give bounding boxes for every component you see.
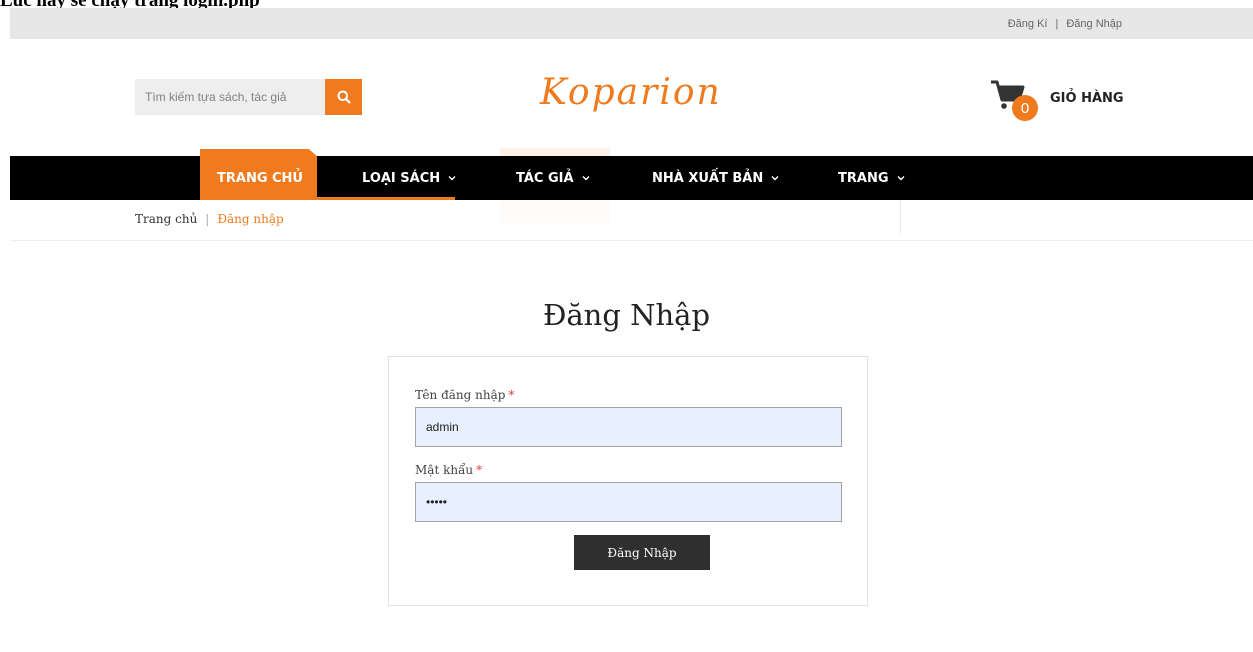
nav-item-label: NHÀ XUẤT BẢN — [652, 170, 764, 186]
chevron-down-icon — [582, 176, 590, 181]
login-link[interactable]: Đăng Nhập — [1066, 18, 1122, 30]
breadcrumb: Trang chủ | Đăng nhập — [135, 212, 284, 226]
main-navigation: TRANG CHỦ LOẠI SÁCH TÁC GIẢ NHÀ XUẤT BẢN… — [10, 149, 1253, 200]
username-label: Tên đăng nhập * — [415, 388, 514, 402]
cart-count-badge: 0 — [1012, 95, 1038, 121]
nav-item-home[interactable]: TRANG CHỦ — [217, 156, 303, 200]
nav-item-label: TRANG CHỦ — [217, 170, 303, 186]
nav-item-label: TRANG — [838, 170, 889, 186]
site-logo[interactable]: Koparion — [540, 72, 722, 113]
topbar-separator: | — [1055, 18, 1059, 30]
search-box — [135, 79, 362, 115]
search-icon — [337, 90, 351, 104]
nav-item-authors[interactable]: TÁC GIẢ — [516, 156, 591, 200]
chevron-down-icon — [771, 176, 779, 181]
register-link[interactable]: Đăng Kí — [1008, 18, 1048, 30]
page-title: Đăng Nhập — [542, 298, 711, 332]
username-label-text: Tên đăng nhập — [415, 388, 506, 402]
chevron-down-icon — [448, 176, 456, 181]
chevron-down-icon — [897, 176, 904, 181]
document-caption: Lúc này sẽ chạy trang login.php — [0, 0, 260, 8]
top-utility-bar: Đăng Kí | Đăng Nhập — [10, 8, 1253, 39]
login-submit-button[interactable]: Đăng Nhập — [574, 535, 710, 570]
search-button[interactable] — [325, 79, 362, 115]
required-marker: * — [476, 463, 483, 477]
nav-item-label: LOẠI SÁCH — [362, 170, 441, 186]
password-label: Mật khẩu * — [415, 463, 482, 477]
nav-item-publishers[interactable]: NHÀ XUẤT BẢN — [652, 156, 780, 200]
nav-item-book-categories[interactable]: LOẠI SÁCH — [362, 156, 457, 200]
divider — [900, 200, 901, 234]
password-label-text: Mật khẩu — [415, 463, 474, 477]
password-field[interactable] — [415, 482, 842, 522]
nav-item-label: TÁC GIẢ — [516, 170, 574, 186]
required-marker: * — [508, 388, 515, 402]
divider — [10, 240, 1253, 241]
account-links: Đăng Kí | Đăng Nhập — [1008, 18, 1122, 30]
nav-item-pages[interactable]: TRANG — [838, 156, 906, 200]
breadcrumb-separator: | — [205, 212, 210, 226]
breadcrumb-home-link[interactable]: Trang chủ — [135, 212, 197, 226]
search-input[interactable] — [135, 79, 325, 115]
cart-label: GIỎ HÀNG — [1050, 91, 1124, 106]
username-field[interactable] — [415, 407, 842, 447]
login-form: Tên đăng nhập* Mật khẩu* Đăng Nhập — [388, 356, 868, 606]
breadcrumb-current: Đăng nhập — [217, 212, 284, 226]
cart-widget[interactable]: 0 GIỎ HÀNG — [990, 78, 1130, 122]
